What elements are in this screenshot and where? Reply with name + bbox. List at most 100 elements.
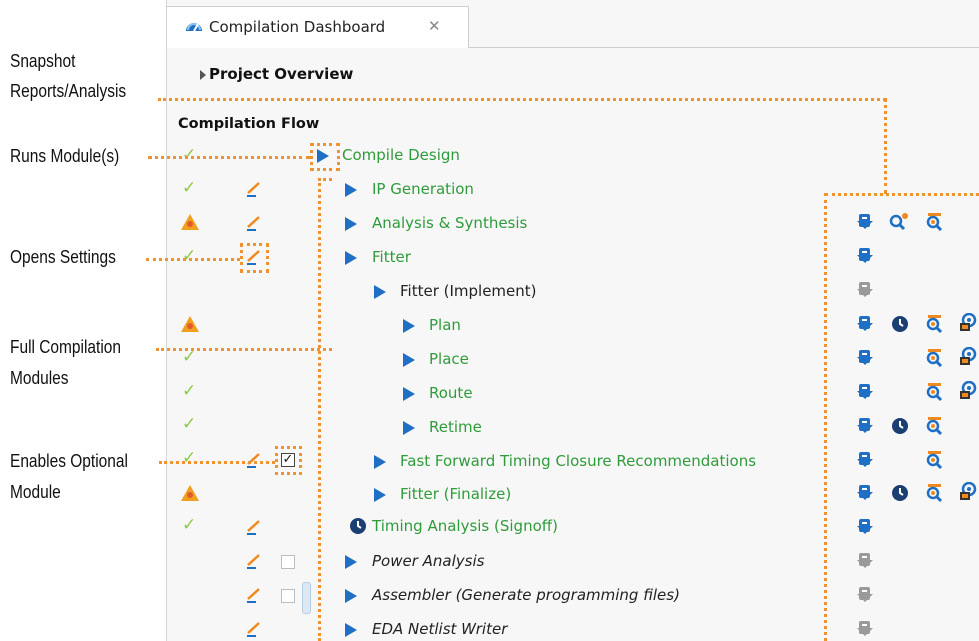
optional-module-checkbox[interactable] — [281, 589, 295, 603]
clock-icon[interactable] — [891, 484, 909, 502]
compilation-flow-header: Compilation Flow — [178, 116, 320, 132]
callout-line-optional — [159, 461, 275, 464]
annotation-reports-analysis: Reports/Analysis — [10, 81, 127, 101]
search-report-icon[interactable] — [925, 212, 945, 232]
search-report-icon[interactable] — [925, 348, 945, 368]
report-icon[interactable] — [856, 484, 874, 502]
callout-line-full-compilation — [156, 348, 332, 351]
flow-row-fast-forward[interactable]: Fast Forward Timing Closure Recommendati… — [400, 452, 756, 470]
flow-row-analysis-synthesis[interactable]: Analysis & Synthesis — [372, 214, 527, 232]
callout-box-settings-icon — [240, 243, 269, 273]
settings-pencil-icon[interactable] — [244, 586, 262, 604]
flow-row-route[interactable]: Route — [429, 384, 473, 402]
run-module-icon[interactable] — [374, 455, 386, 469]
run-module-icon[interactable] — [403, 387, 415, 401]
flow-row-place[interactable]: Place — [429, 350, 469, 368]
status-check-icon: ✓ — [182, 515, 197, 535]
settings-pencil-icon[interactable] — [244, 518, 262, 536]
search-report-icon[interactable] — [925, 382, 945, 402]
project-overview-header[interactable]: Project Overview — [209, 65, 353, 83]
report-icon[interactable] — [856, 451, 874, 469]
annotation-opens-settings: Opens Settings — [10, 247, 116, 267]
report-icon[interactable] — [856, 349, 874, 367]
run-module-icon[interactable] — [403, 421, 415, 435]
dashboard-gauge-icon — [186, 23, 202, 32]
clock-icon[interactable] — [891, 417, 909, 435]
scroll-handle[interactable] — [302, 582, 311, 614]
run-module-icon[interactable] — [345, 555, 357, 569]
flow-row-compile-design[interactable]: Compile Design — [342, 146, 460, 164]
report-icon[interactable] — [856, 247, 874, 265]
status-check-icon: ✓ — [182, 448, 197, 468]
report-icon[interactable] — [856, 383, 874, 401]
report-icon[interactable] — [856, 417, 874, 435]
annotation-modules: Modules — [10, 368, 69, 388]
callout-box-run-icon — [310, 143, 340, 171]
tab-title: Compilation Dashboard — [209, 18, 386, 36]
settings-pencil-icon[interactable] — [244, 451, 262, 469]
run-module-icon[interactable] — [345, 217, 357, 231]
flow-row-power-analysis[interactable]: Power Analysis — [372, 552, 484, 570]
search-new-icon[interactable] — [889, 213, 909, 231]
clock-icon[interactable] — [891, 315, 909, 333]
run-module-icon[interactable] — [403, 319, 415, 333]
flow-row-eda-netlist-writer[interactable]: EDA Netlist Writer — [372, 620, 507, 638]
flow-row-plan[interactable]: Plan — [429, 316, 461, 334]
callout-bracket-left — [318, 178, 321, 641]
run-module-icon[interactable] — [345, 623, 357, 637]
settings-pencil-icon[interactable] — [244, 620, 262, 638]
timing-clock-icon[interactable] — [349, 517, 367, 535]
report-icon[interactable] — [856, 315, 874, 333]
flow-row-fitter[interactable]: Fitter — [372, 248, 411, 266]
search-report-icon[interactable] — [925, 416, 945, 436]
run-module-icon[interactable] — [345, 183, 357, 197]
status-warning-icon — [181, 485, 199, 501]
report-icon[interactable] — [856, 518, 874, 536]
search-report-icon[interactable] — [925, 450, 945, 470]
flow-row-assembler[interactable]: Assembler (Generate programming files) — [372, 586, 680, 604]
optional-module-checkbox[interactable] — [281, 555, 295, 569]
settings-pencil-icon[interactable] — [244, 180, 262, 198]
callout-line-runs — [148, 156, 310, 159]
annotation-runs-modules: Runs Module(s) — [10, 146, 120, 166]
run-module-icon[interactable] — [345, 589, 357, 603]
status-warning-icon — [181, 214, 199, 230]
run-module-icon[interactable] — [374, 488, 386, 502]
chip-planner-icon[interactable] — [958, 313, 978, 333]
annotation-full-compilation: Full Compilation — [10, 337, 121, 357]
status-check-icon: ✓ — [182, 246, 197, 266]
annotation-snapshot: Snapshot — [10, 51, 76, 71]
flow-row-timing-analysis[interactable]: Timing Analysis (Signoff) — [372, 517, 558, 535]
callout-line-settings — [146, 258, 240, 261]
flow-row-fitter-finalize[interactable]: Fitter (Finalize) — [400, 485, 511, 503]
search-report-icon[interactable] — [925, 314, 945, 334]
settings-pencil-icon[interactable] — [244, 552, 262, 570]
run-module-icon[interactable] — [403, 353, 415, 367]
status-check-icon: ✓ — [182, 381, 197, 401]
run-module-icon[interactable] — [345, 251, 357, 265]
report-disabled-icon[interactable] — [856, 586, 874, 604]
callout-box-reports-top — [825, 193, 979, 196]
report-disabled-icon[interactable] — [856, 620, 874, 638]
run-module-icon[interactable] — [374, 285, 386, 299]
close-icon[interactable]: ✕ — [428, 17, 441, 35]
chip-planner-icon[interactable] — [958, 347, 978, 367]
annotation-module: Module — [10, 482, 61, 502]
search-report-icon[interactable] — [925, 483, 945, 503]
expand-arrow-icon[interactable] — [200, 70, 206, 80]
report-disabled-icon[interactable] — [856, 552, 874, 570]
report-disabled-icon[interactable] — [856, 281, 874, 299]
status-warning-icon — [181, 316, 199, 332]
settings-pencil-icon[interactable] — [244, 214, 262, 232]
report-icon[interactable] — [856, 213, 874, 231]
callout-box-reports-left — [824, 193, 827, 641]
flow-row-retime[interactable]: Retime — [429, 418, 482, 436]
flow-row-ip-generation[interactable]: IP Generation — [372, 180, 474, 198]
flow-row-fitter-implement[interactable]: Fitter (Implement) — [400, 282, 537, 300]
annotation-enables-optional: Enables Optional — [10, 451, 128, 471]
status-check-icon: ✓ — [182, 145, 197, 165]
callout-box-optional-checkbox — [275, 446, 302, 475]
status-check-icon: ✓ — [182, 178, 197, 198]
chip-planner-icon[interactable] — [958, 381, 978, 401]
chip-planner-icon[interactable] — [958, 482, 978, 502]
